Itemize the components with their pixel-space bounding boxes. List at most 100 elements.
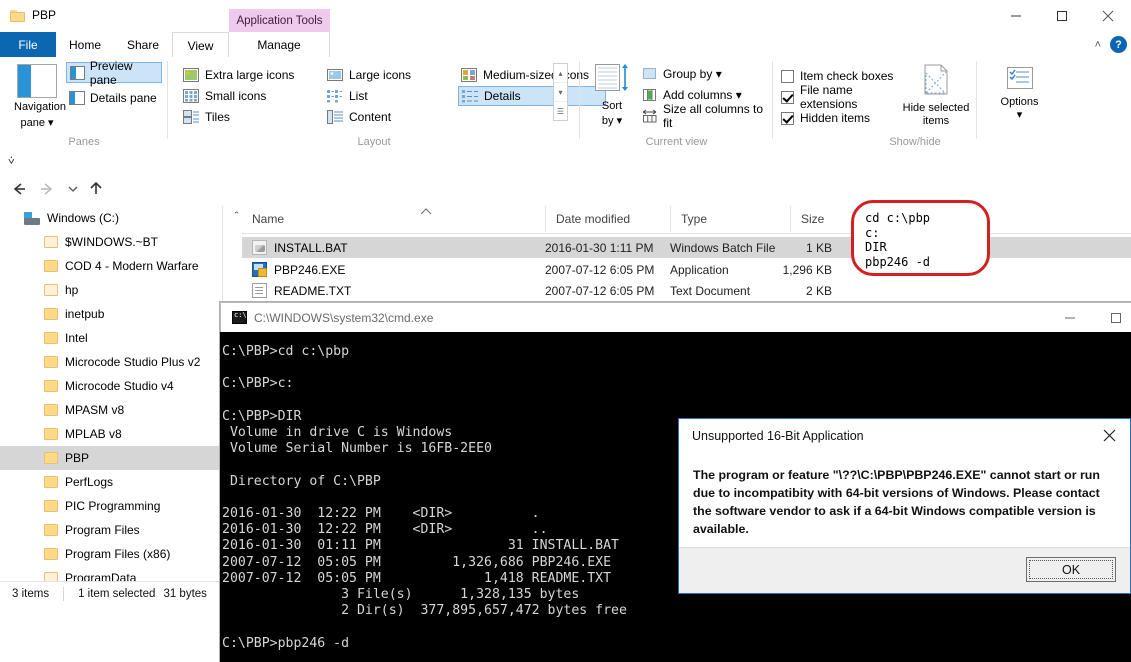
annotation-callout: cd c:\pbp c: DIR pbp246 -d [851,200,990,276]
layout-scroll-more-icon[interactable]: ☰ [554,102,567,120]
cmd-maximize-button[interactable] [1093,303,1131,332]
collapse-ribbon-icon[interactable]: ˄ [1095,39,1101,51]
tree-item-programdata[interactable]: ProgramData [0,566,222,581]
quick-access-dropdown-icon[interactable]: ⩒ [8,155,15,168]
table-row[interactable]: INSTALL.BAT 2016-01-30 1:11 PM Windows B… [242,237,1131,258]
tree-item-program-files[interactable]: Program Files [0,518,222,542]
sort-by-label-2: by ▾ [590,115,634,128]
tab-file[interactable]: File [0,32,56,57]
tiles-icon [183,110,199,124]
title-bar: PBP Application Tools [0,0,1131,32]
up-button[interactable] [84,179,106,199]
layout-small-icons[interactable]: Small icons [180,86,319,106]
group-by-label: Group by ▾ [663,67,722,81]
details-pane-button[interactable]: Details pane [66,87,162,108]
contextual-tab-header: Application Tools [229,9,330,32]
back-button[interactable] [8,179,30,199]
tree-item-pic-programming[interactable]: PIC Programming [0,494,222,518]
layout-tiles[interactable]: Tiles [180,107,319,127]
navigation-pane-button[interactable]: Navigation pane ▾ [14,64,60,130]
current-view-group-label: Current view [580,136,773,148]
extra-large-icons-icon [183,68,199,82]
tree-item-perflogs[interactable]: PerfLogs [0,470,222,494]
tab-manage[interactable]: Manage [229,32,330,57]
tree-item-intel[interactable]: Intel [0,326,222,350]
options-icon [1005,78,1035,95]
column-header-date-modified[interactable]: Date modified [545,206,670,232]
file-name-extensions-checkbox[interactable] [781,91,794,104]
layout-extra-large-icons[interactable]: Extra large icons [180,65,319,85]
small-icons-icon [183,89,199,103]
folder-icon [44,476,58,488]
file-date: 2016-01-30 1:11 PM [545,241,654,255]
column-header-name[interactable]: Name [242,206,545,232]
large-icons-icon [327,68,343,82]
item-check-boxes-checkbox[interactable] [781,70,794,83]
tree-item-program-files-x86[interactable]: Program Files (x86) [0,542,222,566]
tree-label: $WINDOWS.~BT [65,235,158,249]
layout-scroll-up-icon[interactable]: ▴ [554,64,567,83]
navigation-pane-label-2: pane ▾ [14,117,60,130]
help-icon[interactable]: ? [1110,36,1127,53]
tree-item-windows-c[interactable]: Windows (C:) [0,206,222,230]
tab-share[interactable]: Share [114,32,172,57]
tree-item-hp[interactable]: hp [0,278,222,302]
tab-home[interactable]: Home [56,32,114,57]
cmd-minimize-button[interactable] [1047,303,1093,332]
dialog-close-button[interactable] [1094,424,1124,446]
options-button[interactable]: Options ▾ [977,65,1062,121]
error-dialog[interactable]: Unsupported 16-Bit Application The progr… [678,418,1131,594]
file-type: Application [670,263,729,277]
layout-content[interactable]: Content [324,107,453,127]
layout-scroll-control[interactable]: ▴ ▾ ☰ [553,63,568,121]
list-icon [327,89,343,103]
preview-pane-icon [70,66,85,80]
table-row[interactable]: README.TXT 2007-07-12 6:05 PM Text Docum… [242,280,1131,301]
tree-item-inetpub[interactable]: inetpub [0,302,222,326]
folder-icon [44,356,58,368]
file-name-extensions-option[interactable]: File name extensions [781,87,895,107]
table-row[interactable]: PBP246.EXE 2007-07-12 6:05 PM Applicatio… [242,259,1131,280]
layout-scroll-down-icon[interactable]: ▾ [554,83,567,102]
preview-pane-button[interactable]: Preview pane [66,62,162,83]
tab-view[interactable]: View [172,32,229,58]
add-columns-label: Add columns ▾ [663,88,742,102]
details-label: Details [484,89,521,103]
tree-item-microcode-studio-plus-v2[interactable]: Microcode Studio Plus v2 [0,350,222,374]
file-name: INSTALL.BAT [274,241,348,255]
layout-large-icons[interactable]: Large icons [324,65,453,85]
tree-item-microcode-studio-v4[interactable]: Microcode Studio v4 [0,374,222,398]
group-by-button[interactable]: Group by ▾ [642,64,722,84]
hidden-items-checkbox[interactable] [781,112,794,125]
folder-icon [10,10,25,22]
list-label: List [349,89,368,103]
maximize-button[interactable] [1039,0,1085,32]
file-date: 2007-07-12 6:05 PM [545,263,654,277]
tree-item-mpasm-v8[interactable]: MPASM v8 [0,398,222,422]
hide-selected-items-icon [919,84,953,101]
layout-list[interactable]: List [324,86,453,106]
minimize-button[interactable] [993,0,1039,32]
ok-button[interactable]: OK [1026,557,1116,582]
column-header-type[interactable]: Type [670,206,790,232]
tree-item-windows-bt[interactable]: $WINDOWS.~BT [0,230,222,254]
hide-selected-items-button[interactable]: Hide selected items [895,63,977,128]
tree-item-cod4[interactable]: COD 4 - Modern Warfare [0,254,222,278]
window-controls [993,0,1131,32]
navigation-pane-scroll-up-icon[interactable]: ⌃ [232,210,241,221]
window-title: PBP [32,8,56,22]
dialog-footer: OK [679,547,1130,593]
tree-item-mplab-v8[interactable]: MPLAB v8 [0,422,222,446]
status-selection: 1 item selected [78,588,155,600]
cmd-title-bar: C:\WINDOWS\system32\cmd.exe [220,302,1131,332]
sort-by-button[interactable]: Sort by ▾ [590,63,634,128]
tree-label: Microcode Studio v4 [65,379,174,393]
hidden-items-option[interactable]: Hidden items [781,108,870,128]
tree-item-pbp[interactable]: PBP [0,446,222,470]
close-button[interactable] [1085,0,1131,32]
folder-icon [44,548,58,560]
size-all-columns-button[interactable]: Size all columns to fit [642,106,773,126]
recent-locations-icon[interactable] [62,179,84,199]
navigation-pane[interactable]: Windows (C:) $WINDOWS.~BT COD 4 - Modern… [0,206,222,581]
file-name-cell: README.TXT [252,283,351,298]
